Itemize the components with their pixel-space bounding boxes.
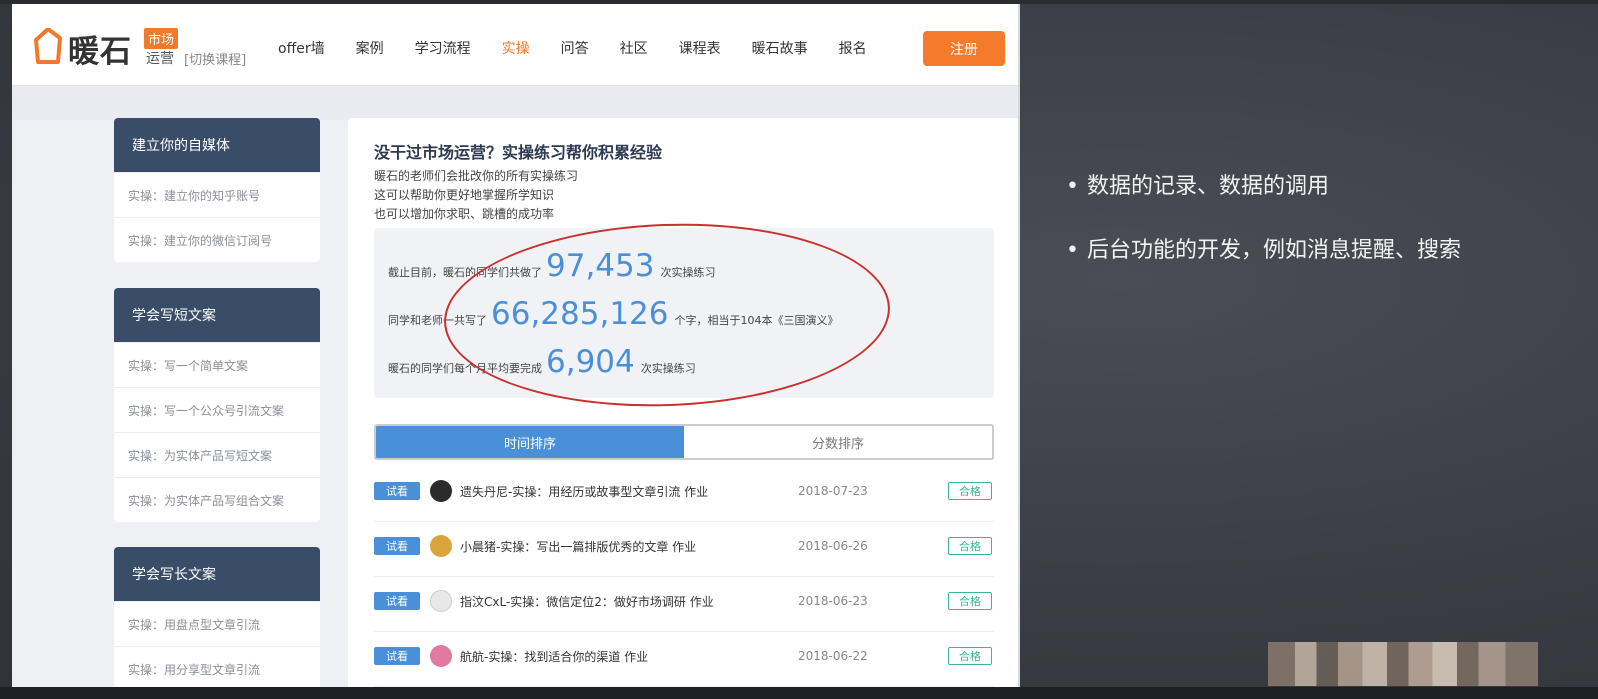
sidebar-item[interactable]: 实操：用分享型文章引流 <box>114 646 320 687</box>
intro-line: 暖石的老师们会批改你的所有实操练习 <box>374 169 579 183</box>
row-title-link[interactable]: 小晨猪-实操：写出一篇排版优秀的文章 作业 <box>460 538 696 555</box>
tab-sort-by-score[interactable]: 分数排序 <box>684 426 992 458</box>
preview-badge[interactable]: 试看 <box>374 647 420 665</box>
sidebar-group-title[interactable]: 建立你的自媒体 <box>114 118 320 172</box>
sidebar-item[interactable]: 实操：为实体产品写短文案 <box>114 432 320 477</box>
status-badge: 合格 <box>948 592 992 610</box>
bottom-edge <box>0 687 1598 699</box>
row-title-link[interactable]: 遗失丹尼-实操：用经历或故事型文章引流 作业 <box>460 483 708 500</box>
sidebar-group-short-copy: 学会写短文案 实操：写一个简单文案 实操：写一个公众号引流文案 实操：为实体产品… <box>114 288 320 522</box>
preview-badge[interactable]: 试看 <box>374 537 420 555</box>
row-date: 2018-06-22 <box>798 649 868 663</box>
sidebar-item[interactable]: 实操：建立你的知乎账号 <box>114 172 320 217</box>
status-badge: 合格 <box>948 482 992 500</box>
bullet-dot-icon: • <box>1066 174 1079 199</box>
table-row[interactable]: 试看 指汶CxL-实操：微信定位2：做好市场调研 作业 2018-06-23 合… <box>374 578 994 632</box>
avatar <box>430 590 452 612</box>
table-row[interactable]: 试看 小晨猪-实操：写出一篇排版优秀的文章 作业 2018-06-26 合格 <box>374 523 994 577</box>
sidebar-group-media: 建立你的自媒体 实操：建立你的知乎账号 实操：建立你的微信订阅号 <box>114 118 320 262</box>
avatar <box>430 480 452 502</box>
avatar <box>430 645 452 667</box>
nav-offer-wall[interactable]: offer墙 <box>278 38 325 58</box>
tab-sort-by-time[interactable]: 时间排序 <box>376 426 684 458</box>
pixelated-watermark <box>1268 642 1538 686</box>
slide-bullet-text: 数据的记录、数据的调用 <box>1086 174 1329 199</box>
logo-tag: 市场 <box>144 28 179 49</box>
sidebar-item[interactable]: 实操：写一个简单文案 <box>114 342 320 387</box>
slide-bullet: • 数据的记录、数据的调用 <box>1066 168 1329 200</box>
site-header: 暖石 市场 运营 [切换课程] offer墙 案例 学习流程 实操 问答 社区 … <box>12 4 1018 86</box>
main-nav: offer墙 案例 学习流程 实操 问答 社区 课程表 暖石故事 报名 <box>278 38 898 58</box>
status-badge: 合格 <box>948 647 992 665</box>
nav-schedule[interactable]: 课程表 <box>679 38 721 58</box>
sidebar-item[interactable]: 实操：建立你的微信订阅号 <box>114 217 320 262</box>
bullet-dot-icon: • <box>1066 238 1079 263</box>
slide-bullet-text: 后台功能的开发，例如消息提醒、搜索 <box>1086 238 1461 263</box>
site-logo[interactable]: 暖石 市场 运营 [切换课程] <box>34 26 274 72</box>
switch-course-link[interactable]: [切换课程] <box>184 49 246 68</box>
nav-signup[interactable]: 报名 <box>839 38 867 58</box>
header-strip <box>12 86 1018 120</box>
row-date: 2018-06-26 <box>798 539 868 553</box>
nav-practice[interactable]: 实操 <box>502 38 530 58</box>
logo-text: 暖石 <box>68 34 132 70</box>
page-title: 没干过市场运营？实操练习帮你积累经验 <box>374 143 663 162</box>
nav-community[interactable]: 社区 <box>620 38 648 58</box>
nav-story[interactable]: 暖石故事 <box>752 38 808 58</box>
row-title-link[interactable]: 指汶CxL-实操：微信定位2：做好市场调研 作业 <box>460 593 714 610</box>
stone-logo-icon <box>34 28 62 64</box>
sort-tabs: 时间排序 分数排序 <box>374 424 994 460</box>
logo-subtitle: 运营 <box>146 51 174 67</box>
row-date: 2018-06-23 <box>798 594 868 608</box>
sidebar-group-title[interactable]: 学会写长文案 <box>114 547 320 601</box>
sidebar-group-long-copy: 学会写长文案 实操：用盘点型文章引流 实操：用分享型文章引流 <box>114 547 320 687</box>
slide-bullet: • 后台功能的开发，例如消息提醒、搜索 <box>1066 232 1461 264</box>
row-title-link[interactable]: 航航-实操：找到适合你的渠道 作业 <box>460 648 648 665</box>
nav-cases[interactable]: 案例 <box>356 38 384 58</box>
nav-qa[interactable]: 问答 <box>561 38 589 58</box>
status-badge: 合格 <box>948 537 992 555</box>
sidebar-group-title[interactable]: 学会写短文案 <box>114 288 320 342</box>
sidebar-item[interactable]: 实操：为实体产品写组合文案 <box>114 477 320 522</box>
intro-line: 这可以帮助你更好地掌握所学知识 <box>374 188 555 202</box>
sidebar-item[interactable]: 实操：用盘点型文章引流 <box>114 601 320 646</box>
table-row[interactable]: 试看 遗失丹尼-实操：用经历或故事型文章引流 作业 2018-07-23 合格 <box>374 468 994 522</box>
sidebar-item[interactable]: 实操：写一个公众号引流文案 <box>114 387 320 432</box>
website-screenshot: 暖石 市场 运营 [切换课程] offer墙 案例 学习流程 实操 问答 社区 … <box>12 4 1020 687</box>
preview-badge[interactable]: 试看 <box>374 482 420 500</box>
register-button[interactable]: 注册 <box>923 31 1005 66</box>
preview-badge[interactable]: 试看 <box>374 592 420 610</box>
practice-main-card: 没干过市场运营？实操练习帮你积累经验 暖石的老师们会批改你的所有实操练习 这可以… <box>348 118 1018 687</box>
table-row[interactable]: 试看 航航-实操：找到适合你的渠道 作业 2018-06-22 合格 <box>374 633 994 687</box>
row-date: 2018-07-23 <box>798 484 868 498</box>
intro-line: 也可以增加你求职、跳槽的成功率 <box>374 207 555 221</box>
nav-learning-flow[interactable]: 学习流程 <box>415 38 471 58</box>
avatar <box>430 535 452 557</box>
